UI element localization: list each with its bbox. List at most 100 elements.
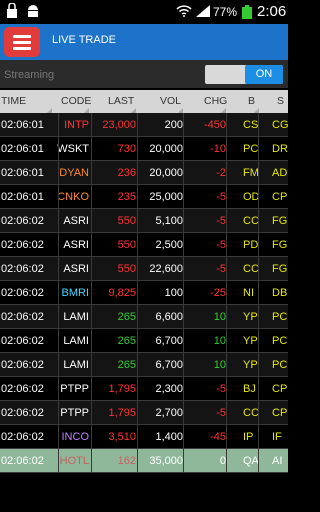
cell-vol: 5,100 <box>155 215 183 227</box>
column-divider <box>91 449 92 473</box>
cell-vol: 25,000 <box>149 191 183 203</box>
cell-code: CNKO <box>57 191 89 203</box>
menu-button[interactable] <box>4 27 40 57</box>
column-divider <box>137 185 138 209</box>
cell-time: 02:06:01 <box>1 143 44 155</box>
cell-buyer: PC <box>243 143 259 155</box>
cell-buyer: BJ <box>243 383 256 395</box>
table-row[interactable]: 02:06:01 INTP 23,000 200 -450 CS CG <box>0 113 289 137</box>
table-row[interactable]: 02:06:02 PTPP 1,795 2,700 -5 CC CP <box>0 401 288 425</box>
wifi-icon <box>176 5 192 20</box>
cell-last: 1,795 <box>108 407 136 419</box>
column-divider <box>183 329 184 353</box>
cell-buyer: CC <box>243 407 259 419</box>
cell-last: 550 <box>117 215 136 227</box>
cell-code: INTP <box>63 119 89 131</box>
cell-last: 1,795 <box>108 383 136 395</box>
column-divider <box>226 257 227 281</box>
column-divider <box>91 401 92 425</box>
column-divider <box>226 377 227 401</box>
cell-buyer: CC <box>243 215 259 227</box>
cell-seller: CP <box>272 383 288 395</box>
cell-time: 02:06:01 <box>1 167 44 179</box>
column-divider <box>183 209 184 233</box>
menu-icon <box>13 35 31 38</box>
cell-seller: AD <box>272 167 288 179</box>
cell-time: 02:06:02 <box>1 335 44 347</box>
col-time[interactable]: TIME <box>1 95 26 107</box>
cell-buyer: YP <box>243 359 258 371</box>
cell-code: LAMI <box>63 359 89 371</box>
cell-buyer: PD <box>243 239 259 251</box>
cell-chg: -25 <box>210 287 226 299</box>
col-chg[interactable]: CHG <box>204 95 227 107</box>
table-row[interactable]: 02:06:02 INCO 3,510 1,400 -45 IP IF <box>0 425 288 449</box>
column-divider <box>58 257 59 281</box>
cell-buyer: YP <box>243 311 258 323</box>
column-divider <box>258 425 259 449</box>
column-divider <box>58 185 59 209</box>
notification-icon <box>6 2 18 22</box>
column-divider <box>58 449 59 473</box>
cell-time: 02:06:02 <box>1 407 44 419</box>
column-divider <box>58 281 59 305</box>
cell-code: BMRI <box>61 287 90 299</box>
column-divider <box>58 401 59 425</box>
cell-seller: IF <box>272 431 282 443</box>
cell-last: 550 <box>117 239 136 251</box>
cell-seller: PC <box>272 311 288 323</box>
column-divider <box>183 401 184 425</box>
table-row[interactable]: 02:06:01 DYAN 236 20,000 -2 FM AD <box>0 161 288 185</box>
table-row[interactable]: 02:06:02 ASRI 550 2,500 -5 PD FG <box>0 233 288 257</box>
table-row[interactable]: 02:06:01 CNKO 235 25,000 -5 OD CP <box>0 185 288 209</box>
table-row[interactable]: 02:06:02 PTPP 1,795 2,300 -5 BJ CP <box>0 377 288 401</box>
cell-last: 265 <box>117 359 136 371</box>
cell-time: 02:06:02 <box>1 455 44 467</box>
table-row[interactable]: 02:06:02 LAMI 265 6,600 10 YP PC <box>0 305 288 329</box>
cell-code: ASRI <box>63 215 89 227</box>
column-divider <box>58 425 59 449</box>
column-divider <box>137 449 138 473</box>
column-divider <box>137 257 138 281</box>
toggle-on-label: ON <box>245 65 283 84</box>
column-divider <box>91 377 92 401</box>
cell-last: 265 <box>117 335 136 347</box>
column-divider <box>226 329 227 353</box>
table-row[interactable]: 02:06:02 HOTL 162 35,000 0 QA AI <box>0 449 288 473</box>
cell-code: ASRI <box>63 239 89 251</box>
column-divider <box>226 209 227 233</box>
table-row[interactable]: 02:06:02 ASRI 550 5,100 -5 CC FG <box>0 209 288 233</box>
table-row[interactable]: 02:06:02 LAMI 265 6,700 10 YP PC <box>0 329 288 353</box>
column-divider <box>226 401 227 425</box>
cell-vol: 22,600 <box>149 263 183 275</box>
cell-buyer: QA <box>243 455 259 467</box>
col-b[interactable]: B <box>248 95 255 107</box>
col-code[interactable]: CODE <box>61 95 91 107</box>
streaming-toggle[interactable]: ON <box>205 65 283 84</box>
cell-vol: 2,500 <box>155 239 183 251</box>
table-row[interactable]: 02:06:02 BMRI 9,825 100 -25 NI DB <box>0 281 288 305</box>
cell-seller: AI <box>272 455 283 467</box>
column-divider <box>137 281 138 305</box>
streaming-label: Streaming <box>4 69 55 81</box>
cell-code: DYAN <box>59 167 89 179</box>
table-row[interactable]: 02:06:01 WSKT 730 20,000 -10 PC DR <box>0 137 288 161</box>
cell-vol: 6,700 <box>155 359 183 371</box>
cell-buyer: CS <box>243 119 259 131</box>
column-divider <box>58 377 59 401</box>
table-row[interactable]: 02:06:02 LAMI 265 6,700 10 YP PC <box>0 353 288 377</box>
column-divider <box>258 449 259 473</box>
cell-seller: CP <box>272 407 288 419</box>
cell-code: ASRI <box>63 263 89 275</box>
col-s[interactable]: S <box>277 95 284 107</box>
col-last[interactable]: LAST <box>108 95 134 107</box>
table-row[interactable]: 02:06:02 ASRI 550 22,600 -5 CC FG <box>0 257 288 281</box>
streaming-bar: Streaming ON <box>0 60 288 88</box>
cell-time: 02:06:02 <box>1 359 44 371</box>
cell-vol: 2,300 <box>155 383 183 395</box>
column-divider <box>91 353 92 377</box>
col-vol[interactable]: VOL <box>160 95 181 107</box>
cell-buyer: NI <box>243 287 254 299</box>
column-divider <box>58 161 59 185</box>
cell-vol: 200 <box>164 119 183 131</box>
